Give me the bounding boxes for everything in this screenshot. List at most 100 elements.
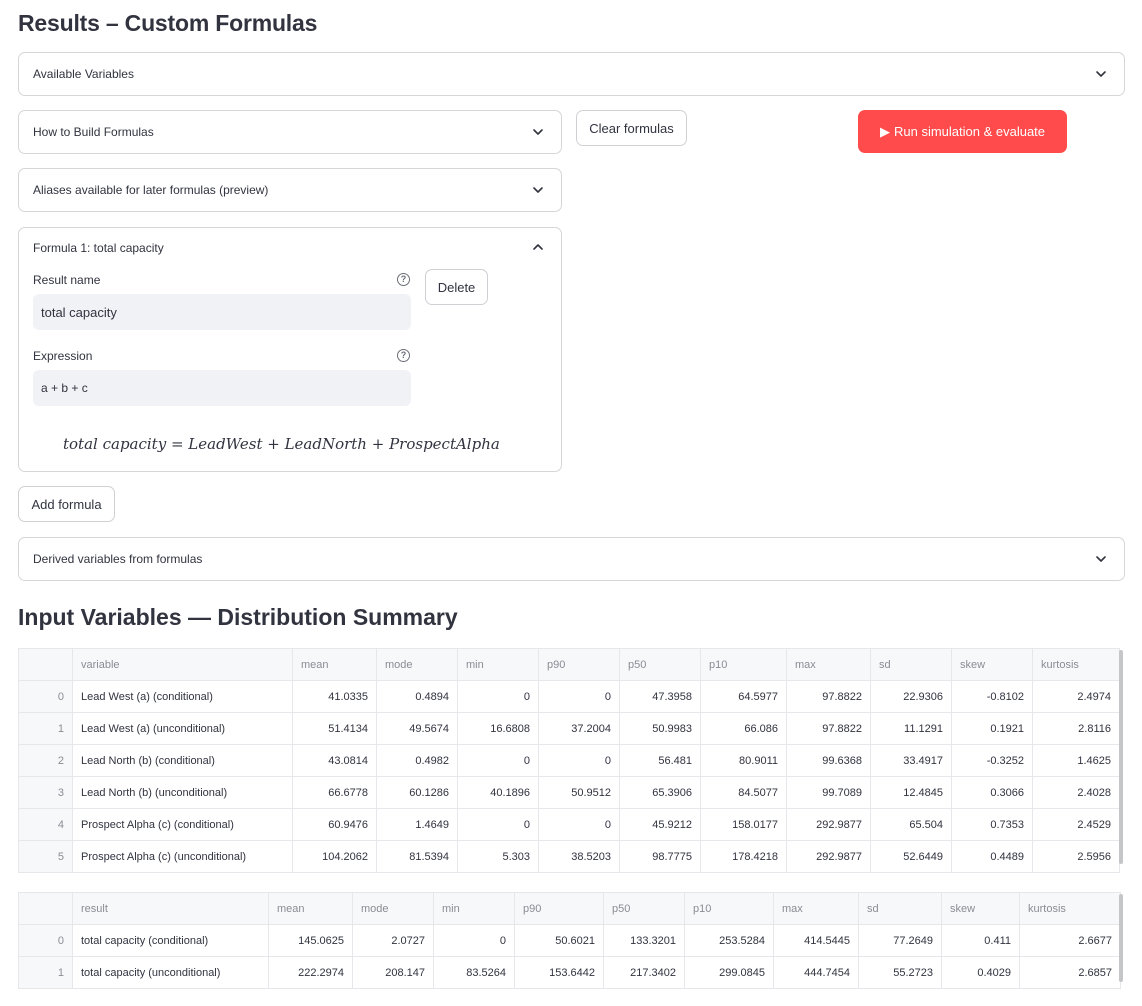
run-simulation-button[interactable]: ▶ Run simulation & evaluate	[858, 110, 1067, 153]
table-cell[interactable]: 2.5956	[1032, 840, 1120, 873]
table-cell[interactable]: 50.9512	[538, 776, 620, 809]
table-cell[interactable]: 51.4134	[292, 712, 377, 745]
table-cell[interactable]: 52.6449	[870, 840, 952, 873]
table-cell[interactable]: 0.3066	[951, 776, 1033, 809]
column-header[interactable]: mode	[352, 892, 434, 925]
table-cell[interactable]: 77.2649	[858, 924, 942, 957]
column-header[interactable]: variable	[72, 648, 293, 681]
column-header[interactable]: p90	[538, 648, 620, 681]
row-index[interactable]: 3	[18, 776, 73, 809]
table-cell[interactable]: 0.7353	[951, 808, 1033, 841]
table-cell[interactable]: 2.6677	[1019, 924, 1121, 957]
row-index[interactable]: 2	[18, 744, 73, 777]
table-cell[interactable]: 99.6368	[786, 744, 871, 777]
table-cell[interactable]: 253.5284	[684, 924, 774, 957]
column-header[interactable]: min	[457, 648, 539, 681]
table-cell[interactable]: 158.0177	[700, 808, 787, 841]
clear-formulas-button[interactable]: Clear formulas	[576, 110, 687, 146]
column-header[interactable]: p10	[700, 648, 787, 681]
table-cell[interactable]: 208.147	[352, 956, 434, 989]
column-header[interactable]: mean	[268, 892, 353, 925]
table-cell[interactable]: 49.5674	[376, 712, 458, 745]
table-cell[interactable]: 0	[538, 680, 620, 713]
column-header[interactable]: kurtosis	[1019, 892, 1121, 925]
column-header[interactable]: max	[773, 892, 859, 925]
table-cell[interactable]: 37.2004	[538, 712, 620, 745]
table-cell[interactable]: 41.0335	[292, 680, 377, 713]
table-cell[interactable]: 414.5445	[773, 924, 859, 957]
table-cell[interactable]: 65.3906	[619, 776, 701, 809]
table-cell[interactable]: total capacity (unconditional)	[72, 956, 269, 989]
table-cell[interactable]: total capacity (conditional)	[72, 924, 269, 957]
table-cell[interactable]: 0	[457, 808, 539, 841]
table-cell[interactable]: 64.5977	[700, 680, 787, 713]
row-index[interactable]: 0	[18, 924, 73, 957]
row-index[interactable]: 1	[18, 712, 73, 745]
help-icon[interactable]: ?	[397, 273, 410, 286]
table-cell[interactable]: 11.1291	[870, 712, 952, 745]
table-cell[interactable]: 145.0625	[268, 924, 353, 957]
delete-formula-button[interactable]: Delete	[425, 269, 488, 305]
column-header[interactable]: max	[786, 648, 871, 681]
chevron-up-icon[interactable]	[531, 240, 545, 254]
table-cell[interactable]: 104.2062	[292, 840, 377, 873]
table-cell[interactable]: 99.7089	[786, 776, 871, 809]
result-table-scrollbar[interactable]	[1119, 894, 1123, 982]
table-cell[interactable]: 97.8822	[786, 680, 871, 713]
table-cell[interactable]: 178.4218	[700, 840, 787, 873]
table-cell[interactable]: 1.4649	[376, 808, 458, 841]
table-cell[interactable]: 217.3402	[603, 956, 685, 989]
column-header[interactable]: sd	[858, 892, 942, 925]
table-cell[interactable]: 2.8116	[1032, 712, 1120, 745]
expander-how-to-build[interactable]: How to Build Formulas	[18, 110, 562, 154]
table-cell[interactable]: -0.8102	[951, 680, 1033, 713]
column-header[interactable]: sd	[870, 648, 952, 681]
table-cell[interactable]: 50.9983	[619, 712, 701, 745]
expander-derived-variables[interactable]: Derived variables from formulas	[18, 537, 1125, 581]
table-cell[interactable]: Lead West (a) (conditional)	[72, 680, 293, 713]
column-header[interactable]: mode	[376, 648, 458, 681]
table-cell[interactable]: 2.6857	[1019, 956, 1121, 989]
table-cell[interactable]: 60.9476	[292, 808, 377, 841]
column-header[interactable]: min	[433, 892, 515, 925]
row-index[interactable]: 1	[18, 956, 73, 989]
column-header[interactable]: skew	[941, 892, 1020, 925]
column-header[interactable]: p90	[514, 892, 604, 925]
column-header[interactable]: p10	[684, 892, 774, 925]
table-cell[interactable]: 0	[538, 808, 620, 841]
table-cell[interactable]: 38.5203	[538, 840, 620, 873]
table-cell[interactable]: Lead West (a) (unconditional)	[72, 712, 293, 745]
table-cell[interactable]: 16.6808	[457, 712, 539, 745]
table-cell[interactable]: 0.4489	[951, 840, 1033, 873]
add-formula-button[interactable]: Add formula	[18, 486, 115, 522]
table-cell[interactable]: 0	[457, 744, 539, 777]
table-cell[interactable]: 97.8822	[786, 712, 871, 745]
table-cell[interactable]: 65.504	[870, 808, 952, 841]
column-header[interactable]: mean	[292, 648, 377, 681]
table-cell[interactable]: 81.5394	[376, 840, 458, 873]
table-cell[interactable]: 2.4028	[1032, 776, 1120, 809]
table-cell[interactable]: 83.5264	[433, 956, 515, 989]
expression-input[interactable]: a + b + c	[33, 370, 411, 406]
table-cell[interactable]: 2.0727	[352, 924, 434, 957]
input-table-scrollbar[interactable]	[1119, 650, 1123, 864]
table-cell[interactable]: 5.303	[457, 840, 539, 873]
table-cell[interactable]: 80.9011	[700, 744, 787, 777]
table-cell[interactable]: 0.411	[941, 924, 1020, 957]
table-cell[interactable]: 299.0845	[684, 956, 774, 989]
result-name-input[interactable]: total capacity	[33, 294, 411, 330]
table-cell[interactable]: 153.6442	[514, 956, 604, 989]
expander-formula-1-label[interactable]: Formula 1: total capacity	[33, 241, 164, 255]
column-header[interactable]: result	[72, 892, 269, 925]
table-cell[interactable]: 45.9212	[619, 808, 701, 841]
expander-available-variables[interactable]: Available Variables	[18, 52, 1125, 96]
table-cell[interactable]: 33.4917	[870, 744, 952, 777]
row-index[interactable]: 0	[18, 680, 73, 713]
table-cell[interactable]: 0	[457, 680, 539, 713]
table-cell[interactable]: 0	[538, 744, 620, 777]
table-cell[interactable]: 43.0814	[292, 744, 377, 777]
table-cell[interactable]: 133.3201	[603, 924, 685, 957]
table-cell[interactable]: 66.086	[700, 712, 787, 745]
column-header[interactable]: p50	[619, 648, 701, 681]
table-cell[interactable]: 84.5077	[700, 776, 787, 809]
